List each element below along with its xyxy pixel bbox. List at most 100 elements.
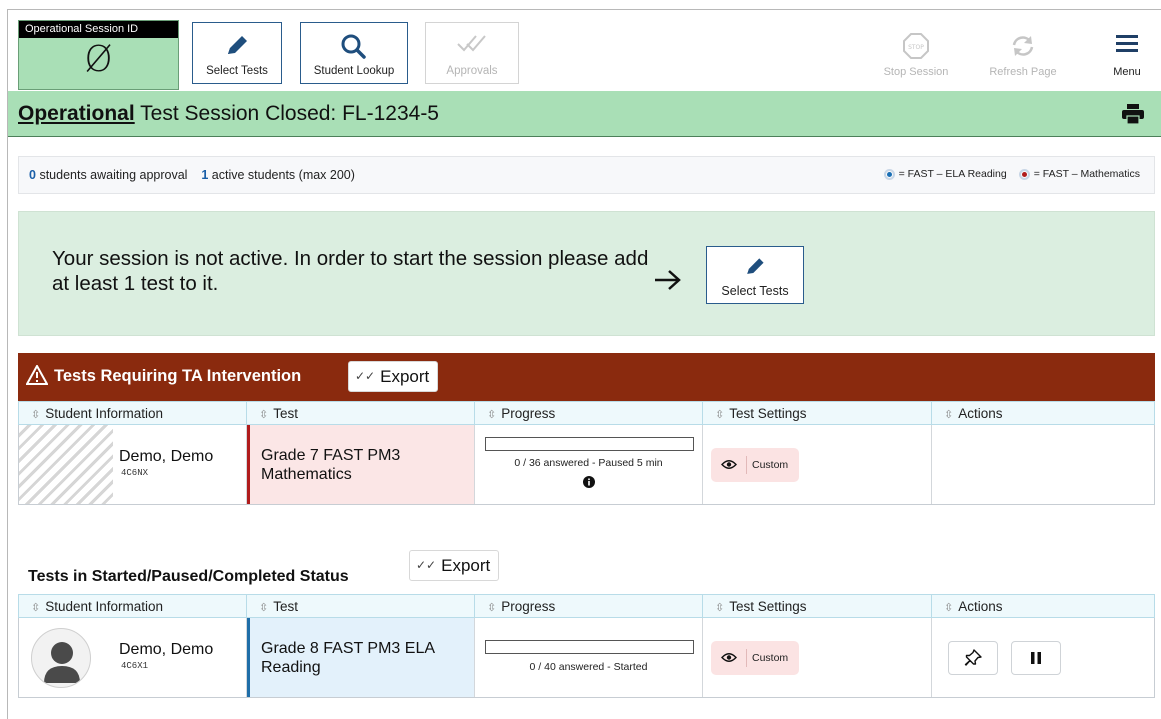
student-stats-bar: 0 students awaiting approval 1 active st… [18,156,1155,194]
double-check-icon [457,35,486,52]
started-export-button[interactable]: ✓✓ Export [409,550,500,581]
stop-sign-icon: STOP [903,33,929,59]
table-row: Demo, Demo 4C6X1 Grade 8 FAST PM3 ELA Re… [18,618,1155,698]
menu-button[interactable]: Menu [1102,22,1152,84]
select-tests-label: Select Tests [206,65,268,77]
actions-cell [932,618,1154,697]
legend-label-math: = FAST – Mathematics [1033,168,1140,180]
eye-icon [721,460,737,469]
started-section-title: Tests in Started/Paused/Completed Status [28,568,349,585]
student-name[interactable]: Demo, Demo [119,448,213,466]
column-label: Actions [958,599,1003,614]
awaiting-text: students awaiting approval [39,168,188,182]
search-icon [341,34,366,59]
settings-cell: Custom [703,425,932,504]
ta-export-label: Export [380,367,430,386]
app-frame: Operational Session ID Ø Select Tests St… [7,9,1161,719]
subject-legend: = FAST – ELA Reading = FAST – Mathematic… [872,168,1140,180]
pin-button[interactable] [948,641,998,675]
approvals-button[interactable]: Approvals [425,22,519,84]
pill-divider [746,456,747,474]
column-header-actions[interactable]: ⇳ Actions [932,595,1154,617]
custom-settings-label: Custom [752,459,789,471]
menu-label: Menu [1113,66,1141,78]
progress-cell: 0 / 40 answered - Started [475,618,703,697]
sort-icon: ⇳ [487,602,497,614]
stop-session-button[interactable]: STOP Stop Session [874,22,958,84]
session-id-label: Operational Session ID [19,21,178,38]
notice-message: Your session is not active. In order to … [52,247,649,295]
pause-icon [1031,652,1041,664]
info-icon[interactable] [582,476,595,488]
started-export-label: Export [441,556,491,575]
progress-bar [485,640,694,654]
progress-text: 0 / 40 answered - Started [529,661,648,673]
test-name: Grade 7 FAST PM3 Mathematics [261,447,401,483]
column-header-student[interactable]: ⇳ Student Information [19,595,247,617]
actions-cell [932,425,1154,504]
refresh-page-label: Refresh Page [989,66,1057,78]
column-header-test[interactable]: ⇳ Test [247,402,475,424]
sort-icon: ⇳ [259,409,269,421]
sort-icon: ⇳ [944,602,954,614]
student-id: 4C6X1 [121,661,149,671]
sort-icon: ⇳ [31,602,41,614]
table-row: Demo, Demo 4C6NX Grade 7 FAST PM3 Mathem… [18,425,1155,505]
pill-divider [746,649,747,667]
sort-icon: ⇳ [31,409,41,421]
column-header-actions[interactable]: ⇳ Actions [932,402,1154,424]
column-header-progress[interactable]: ⇳ Progress [475,402,703,424]
sort-icon: ⇳ [487,409,497,421]
printer-icon[interactable] [1122,104,1144,124]
student-lookup-button[interactable]: Student Lookup [300,22,408,84]
toolbar: Operational Session ID Ø Select Tests St… [8,10,1161,90]
student-name[interactable]: Demo, Demo [119,641,213,659]
sort-icon: ⇳ [715,602,725,614]
refresh-icon [1012,36,1034,56]
student-photo-placeholder [19,425,113,504]
column-label: Test [273,599,298,614]
column-label: Student Information [45,406,164,421]
student-stats: 0 students awaiting approval 1 active st… [29,168,355,182]
custom-settings-button[interactable]: Custom [711,448,799,482]
column-label: Test [273,406,298,421]
test-cell: Grade 8 FAST PM3 ELA Reading [247,618,475,697]
math-dot-icon [1018,168,1030,180]
approvals-label: Approvals [446,65,498,77]
active-text: active students (max 200) [211,168,355,182]
notice-select-tests-label: Select Tests [721,284,789,298]
awaiting-count[interactable]: 0 [29,168,36,182]
progress-text: 0 / 36 answered - Paused 5 min [514,457,663,469]
ta-intervention-header: Tests Requiring TA Intervention ✓✓ Export [18,353,1155,401]
progress-cell: 0 / 36 answered - Paused 5 min [475,425,703,504]
legend-item-ela: = FAST – ELA Reading [883,168,1007,180]
avatar [31,628,91,688]
column-header-student[interactable]: ⇳ Student Information [19,402,247,424]
ta-intervention-table: ⇳ Student Information ⇳ Test ⇳ Progress ⇳ Te… [18,401,1155,505]
svg-text:STOP: STOP [908,44,924,51]
hamburger-icon [1116,35,1138,52]
column-label: Progress [501,406,556,421]
double-check-icon: ✓✓ [416,558,437,572]
ta-export-button[interactable]: ✓✓ Export [348,361,439,392]
column-header-settings[interactable]: ⇳ Test Settings [703,595,932,617]
notice-select-tests-button[interactable]: Select Tests [706,246,804,304]
select-tests-button[interactable]: Select Tests [192,22,282,84]
stop-session-label: Stop Session [883,66,949,78]
custom-settings-button[interactable]: Custom [711,641,799,675]
sort-icon: ⇳ [259,602,269,614]
pause-button[interactable] [1011,641,1061,675]
settings-cell: Custom [703,618,932,697]
column-header-settings[interactable]: ⇳ Test Settings [703,402,932,424]
student-info-cell: Demo, Demo 4C6NX [19,425,247,504]
refresh-page-button[interactable]: Refresh Page [982,22,1064,84]
warning-icon [26,365,48,385]
session-mode-link[interactable]: Operational [18,102,135,125]
column-header-progress[interactable]: ⇳ Progress [475,595,703,617]
active-count[interactable]: 1 [201,168,208,182]
double-check-icon: ✓✓ [355,369,376,383]
ta-intervention-title: Tests Requiring TA Intervention [54,367,302,385]
page-title: Operational Test Session Closed: FL-1234… [18,102,439,126]
column-header-test[interactable]: ⇳ Test [247,595,475,617]
column-label: Test Settings [729,599,807,614]
